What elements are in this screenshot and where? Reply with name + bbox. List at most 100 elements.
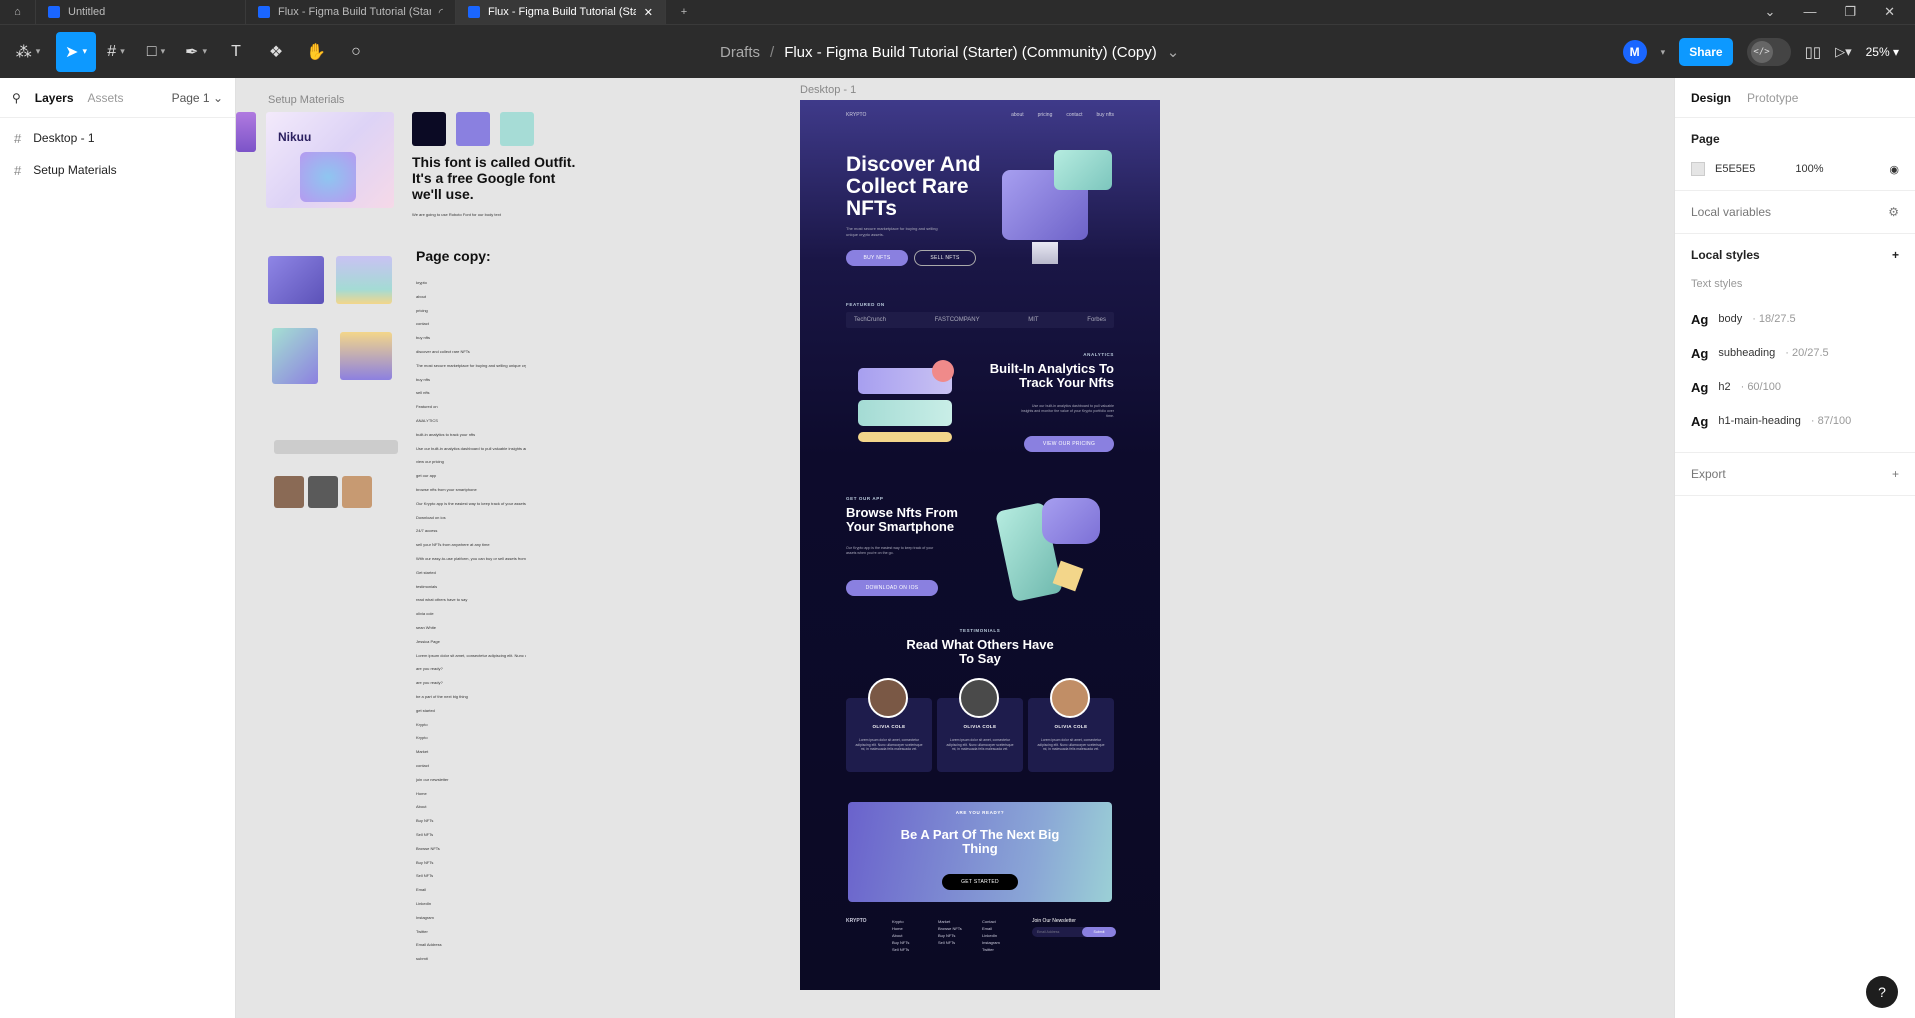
chevron-down-icon[interactable]: ▾ (1661, 47, 1666, 58)
asset-inbox[interactable] (340, 332, 392, 380)
page-copy-line[interactable]: Krypto (416, 735, 526, 741)
page-copy-line[interactable]: Home (416, 791, 526, 797)
page-copy-line[interactable]: krypto (416, 280, 526, 286)
page-copy-line[interactable]: sean White (416, 625, 526, 631)
page-copy-line[interactable]: testimonials (416, 584, 526, 590)
page-copy-line[interactable]: browse nfts from your smartphone (416, 487, 526, 493)
color-swatch-teal[interactable] (500, 112, 534, 146)
page-copy-heading[interactable]: Page copy: (416, 248, 491, 264)
eye-icon[interactable]: ◉ (1889, 163, 1899, 176)
page-copy-line[interactable]: Twitter (416, 929, 526, 935)
text-style-h1[interactable]: Ag h1-main-heading · 87/100 (1691, 404, 1899, 438)
page-copy-line[interactable]: Our Krypto app is the easiest way to kee… (416, 501, 526, 507)
page-copy-line[interactable]: are you ready? (416, 666, 526, 672)
page-copy-line[interactable]: get our app (416, 473, 526, 479)
page-copy-line[interactable]: buy nfts (416, 335, 526, 341)
page-copy-line[interactable]: Use our built-in analytics dashboard to … (416, 446, 526, 452)
color-swatch-purple[interactable] (456, 112, 490, 146)
file-name[interactable]: Flux - Figma Build Tutorial (Starter) (C… (784, 44, 1157, 61)
page-copy-line[interactable]: contact (416, 763, 526, 769)
text-style-h2[interactable]: Ag h2 · 60/100 (1691, 370, 1899, 404)
canvas[interactable]: Setup Materials Desktop - 1 Nikuu This f… (236, 78, 1674, 1018)
search-icon[interactable]: ⚲ (12, 91, 21, 105)
help-button[interactable]: ? (1866, 976, 1898, 1008)
tab-design[interactable]: Design (1691, 91, 1731, 105)
present-icon[interactable]: ▷▾ (1835, 44, 1852, 60)
page-copy-line[interactable]: discover and collect rare NFTs (416, 349, 526, 355)
page-copy-line[interactable]: buy nfts (416, 377, 526, 383)
new-tab-button[interactable]: + (666, 0, 702, 24)
page-copy-line[interactable]: read what others have to say (416, 597, 526, 603)
asset-phone[interactable] (272, 328, 318, 384)
variables-icon[interactable]: ⚙ (1888, 205, 1899, 219)
text-style-subheading[interactable]: Ag subheading · 20/27.5 (1691, 336, 1899, 370)
page-copy-line[interactable]: Featured on (416, 404, 526, 410)
page-copy-line[interactable]: ANALYTICS (416, 418, 526, 424)
page-opacity-value[interactable]: 100% (1795, 163, 1823, 175)
text-tool[interactable]: T (216, 32, 256, 72)
close-window-icon[interactable]: ✕ (1884, 4, 1895, 20)
page-copy-line[interactable]: join our newsletter (416, 777, 526, 783)
frame-label-desktop[interactable]: Desktop - 1 (800, 84, 856, 96)
nikuu-image[interactable]: Nikuu (266, 112, 394, 208)
page-copy-line[interactable]: sell nfts (416, 390, 526, 396)
image-thumbnail[interactable] (236, 112, 256, 152)
page-copy-line[interactable]: are you ready? (416, 680, 526, 686)
page-copy-line[interactable]: LinkedIn (416, 901, 526, 907)
frame-tool[interactable]: # ▾ (96, 32, 136, 72)
layer-setup-materials[interactable]: # Setup Materials (0, 154, 235, 186)
page-copy-line[interactable]: built-in analytics to track your nfts (416, 432, 526, 438)
page-copy-line[interactable]: Browse NFTs (416, 846, 526, 852)
page-copy-line[interactable]: About (416, 804, 526, 810)
close-icon[interactable]: ✕ (644, 6, 653, 19)
tab-flux-1[interactable]: Flux - Figma Build Tutorial (Starter ◜ (246, 0, 456, 24)
asset-monitor[interactable] (268, 256, 324, 304)
page-copy-line[interactable]: Lorem ipsum dolor sit amet, consectetur … (416, 653, 526, 659)
desktop-1-frame[interactable]: KRYPTO about pricing contact buy nfts Di… (800, 100, 1160, 990)
font-note[interactable]: This font is called Outfit. It's a free … (412, 154, 582, 202)
resources-tool[interactable]: ❖ (256, 32, 296, 72)
page-copy-line[interactable]: sell your NFTs from anywhere at any time (416, 542, 526, 548)
move-tool[interactable]: ➤ ▾ (56, 31, 96, 72)
page-copy-line[interactable]: Email (416, 887, 526, 893)
chevron-down-icon[interactable]: ⌄ (1765, 4, 1776, 20)
main-menu-button[interactable]: ⁂ ▾ (8, 32, 48, 72)
page-copy-line[interactable]: Buy NFTs (416, 818, 526, 824)
page-copy-line[interactable]: be a part of the next big thing (416, 694, 526, 700)
page-selector[interactable]: Page 1 ⌄ (172, 91, 223, 105)
page-copy-line[interactable]: Email Address (416, 942, 526, 948)
home-tab[interactable]: ⌂ (0, 0, 36, 24)
page-copy-line[interactable]: 24/7 access (416, 528, 526, 534)
hand-tool[interactable]: ✋ (296, 32, 336, 72)
page-color-swatch[interactable] (1691, 162, 1705, 176)
font-subnote[interactable]: We are going to use Roboto Font for our … (412, 212, 512, 218)
breadcrumb-drafts[interactable]: Drafts (720, 44, 760, 61)
shape-tool[interactable]: □ ▾ (136, 32, 176, 72)
page-copy-line[interactable]: Instagram (416, 915, 526, 921)
portrait-2[interactable] (308, 476, 338, 508)
page-copy-line[interactable]: The most secure marketplace for buying a… (416, 363, 526, 369)
page-color-value[interactable]: E5E5E5 (1715, 163, 1755, 175)
portrait-1[interactable] (274, 476, 304, 508)
add-style-icon[interactable]: + (1892, 248, 1899, 262)
page-copy-line[interactable]: Krypto (416, 722, 526, 728)
dev-mode-toggle[interactable]: </> (1746, 38, 1791, 66)
portrait-3[interactable] (342, 476, 372, 508)
export-section[interactable]: Export + (1675, 453, 1915, 496)
asset-cards[interactable] (336, 256, 392, 304)
minimize-icon[interactable]: — (1803, 4, 1816, 20)
tab-untitled[interactable]: Untitled (36, 0, 246, 24)
tab-layers[interactable]: Layers (35, 91, 74, 105)
tab-assets[interactable]: Assets (88, 91, 124, 105)
share-button[interactable]: Share (1679, 38, 1733, 66)
pen-tool[interactable]: ✒ ▾ (176, 32, 216, 72)
page-copy-line[interactable]: olivia cole (416, 611, 526, 617)
library-icon[interactable]: ▯▯ (1805, 43, 1822, 61)
zoom-menu[interactable]: 25% ▾ (1866, 45, 1899, 59)
page-copy-line[interactable]: Sell NFTs (416, 832, 526, 838)
page-copy-line[interactable]: contact (416, 321, 526, 327)
restore-icon[interactable]: ❐ (1844, 4, 1856, 20)
page-copy-line[interactable]: With our easy-to-use platform, you can b… (416, 556, 526, 562)
page-copy-line[interactable]: Sell NFTs (416, 873, 526, 879)
page-copy-line[interactable]: pricing (416, 308, 526, 314)
